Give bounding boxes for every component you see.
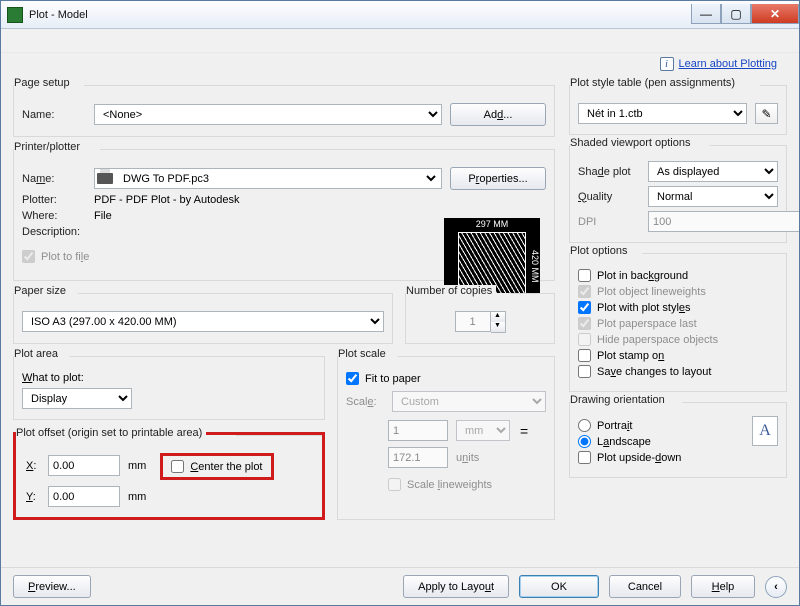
paper-size-select[interactable]: ISO A3 (297.00 x 420.00 MM)	[22, 311, 384, 332]
printer-legend: Printer/plotter	[14, 141, 84, 153]
upside-checkbox[interactable]	[578, 451, 591, 464]
apply-layout-button[interactable]: Apply to Layout	[403, 575, 509, 598]
copies-spinner: ▲▼	[455, 311, 506, 333]
what-to-plot-label: What to plot:	[22, 372, 316, 384]
opt-hide-checkbox	[578, 333, 591, 346]
opt-bg-checkbox[interactable]	[578, 269, 591, 282]
opt-hide-label: Hide paperspace objects	[597, 334, 718, 346]
printer-icon	[97, 173, 113, 184]
center-plot-checkbox[interactable]	[171, 460, 184, 473]
dpi-input	[648, 211, 799, 232]
plot-style-legend: Plot style table (pen assignments)	[570, 77, 739, 89]
scale-num-input	[388, 420, 448, 441]
offset-x-label: X:	[26, 460, 40, 472]
printer-name-label: Name:	[22, 173, 86, 185]
preview-button[interactable]: Preview...	[13, 575, 91, 598]
plotter-label: Plotter:	[22, 194, 86, 206]
scale-lineweights-checkbox	[388, 478, 401, 491]
paper-size-legend: Paper size	[14, 285, 70, 297]
learn-link[interactable]: Learn about Plotting	[679, 58, 777, 70]
orientation-icon: A	[752, 416, 778, 446]
info-icon: i	[660, 57, 674, 71]
plot-offset-legend: Plot offset (origin set to printable are…	[16, 427, 206, 439]
opt-lw-checkbox	[578, 285, 591, 298]
orientation-legend: Drawing orientation	[570, 394, 669, 406]
quality-label: Quality	[578, 191, 640, 203]
what-to-plot-select[interactable]: Display	[22, 388, 132, 409]
opt-bg-label: Plot in background	[597, 270, 688, 282]
copies-input	[455, 311, 491, 332]
shade-plot-select[interactable]: As displayed	[648, 161, 778, 182]
fit-to-paper-checkbox[interactable]	[346, 372, 359, 385]
collapse-button[interactable]: ‹	[765, 576, 787, 598]
offset-y-input[interactable]	[48, 486, 120, 507]
page-setup-legend: Page setup	[14, 77, 74, 89]
portrait-radio[interactable]	[578, 419, 591, 432]
scale-den-unit: units	[456, 452, 479, 464]
plot-to-file-label: Plot to file	[41, 251, 89, 263]
dpi-label: DPI	[578, 216, 640, 228]
portrait-label: Portrait	[597, 420, 632, 432]
window-title: Plot - Model	[29, 9, 691, 21]
quality-select[interactable]: Normal	[648, 186, 778, 207]
plot-scale-legend: Plot scale	[338, 348, 390, 360]
ok-button[interactable]: OK	[519, 575, 599, 598]
page-setup-name-select[interactable]: <None>	[94, 104, 442, 125]
plot-style-select[interactable]: Nét in 1.ctb	[578, 103, 747, 124]
offset-y-unit: mm	[128, 491, 146, 503]
shaded-legend: Shaded viewport options	[570, 137, 694, 149]
scale-den-input	[388, 447, 448, 468]
maximize-button[interactable]: ▢	[721, 4, 751, 24]
close-button[interactable]: ✕	[751, 4, 799, 24]
landscape-radio[interactable]	[578, 435, 591, 448]
opt-stamp-checkbox[interactable]	[578, 349, 591, 362]
landscape-label: Landscape	[597, 436, 651, 448]
opt-styles-checkbox[interactable]	[578, 301, 591, 314]
minimize-button[interactable]: —	[691, 4, 721, 24]
scale-num-unit-select: mm	[456, 420, 510, 441]
where-value: File	[94, 210, 112, 222]
help-button[interactable]: Help	[691, 575, 755, 598]
scale-select: Custom	[392, 391, 546, 412]
cancel-button[interactable]: Cancel	[609, 575, 681, 598]
fit-to-paper-label: Fit to paper	[365, 373, 421, 385]
printer-name-select[interactable]: DWG To PDF.pc3	[115, 169, 439, 188]
page-setup-name-label: Name:	[22, 109, 86, 121]
upside-label: Plot upside-down	[597, 452, 681, 464]
opt-paperspace-checkbox	[578, 317, 591, 330]
app-icon	[7, 7, 23, 23]
where-label: Where:	[22, 210, 86, 222]
opt-lw-label: Plot object lineweights	[597, 286, 706, 298]
opt-save-checkbox[interactable]	[578, 365, 591, 378]
shade-plot-label: Shade plot	[578, 166, 640, 178]
edit-style-button[interactable]: ✎	[755, 103, 778, 124]
offset-y-label: Y:	[26, 491, 40, 503]
plot-to-file-checkbox	[22, 250, 35, 263]
plot-area-legend: Plot area	[14, 348, 62, 360]
scale-lineweights-label: Scale lineweights	[407, 479, 492, 491]
copies-legend: Number of copies	[406, 285, 496, 297]
opt-save-label: Save changes to layout	[597, 366, 711, 378]
opt-stamp-label: Plot stamp on	[597, 350, 664, 362]
desc-label: Description:	[22, 226, 86, 238]
offset-x-unit: mm	[128, 460, 146, 472]
scale-label: Scale:	[346, 396, 384, 408]
plot-options-legend: Plot options	[570, 245, 631, 257]
background-toolbar	[1, 29, 799, 53]
plotter-value: PDF - PDF Plot - by Autodesk	[94, 194, 240, 206]
printer-properties-button[interactable]: Properties...	[450, 167, 546, 190]
center-plot-label: Center the plot	[190, 461, 262, 473]
opt-styles-label: Plot with plot styles	[597, 302, 691, 314]
equals-icon: =	[518, 423, 530, 439]
offset-x-input[interactable]	[48, 455, 120, 476]
page-setup-add-button[interactable]: Add...	[450, 103, 546, 126]
opt-paperspace-label: Plot paperspace last	[597, 318, 697, 330]
